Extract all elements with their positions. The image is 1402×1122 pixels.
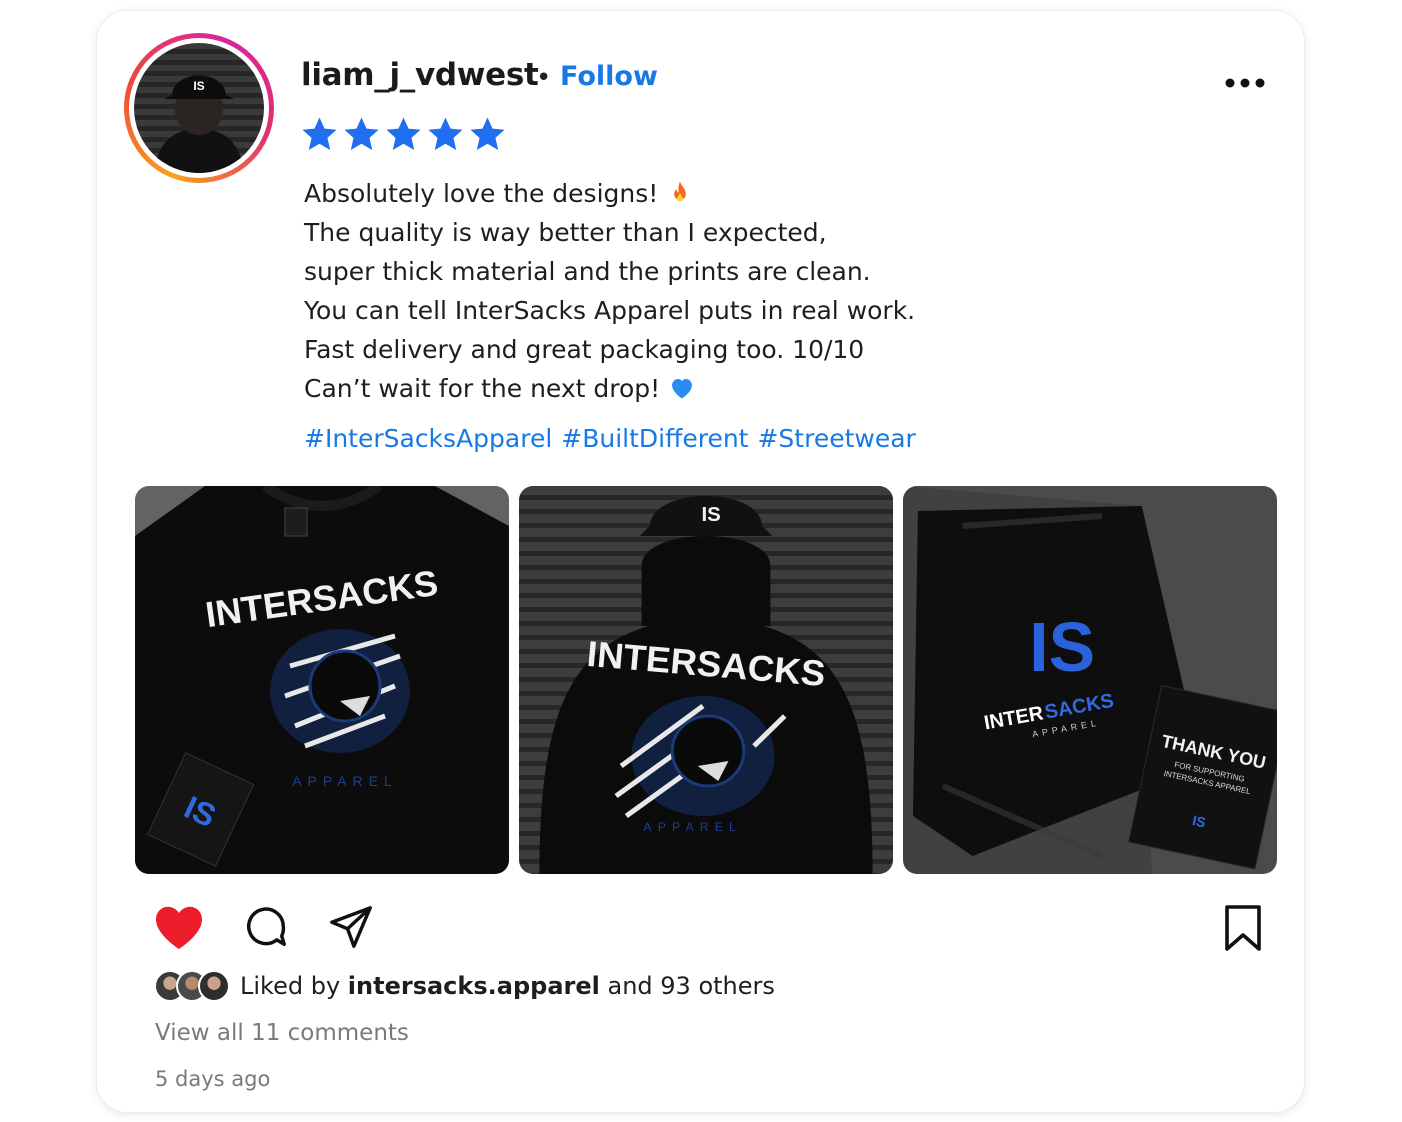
liker-username[interactable]: intersacks.apparel — [348, 972, 600, 1000]
hashtags: #InterSacksApparel #BuiltDifferent #Stre… — [304, 424, 916, 453]
fire-icon — [674, 181, 687, 202]
view-comments-link[interactable]: View all 11 comments — [155, 1020, 409, 1046]
liker-avatar — [198, 970, 230, 1002]
review-line: super thick material and the prints are … — [304, 257, 871, 286]
bag-logo: IS — [1029, 608, 1095, 686]
tshirt-photo[interactable]: INTERSACKS APPAREL IS — [135, 486, 509, 874]
review-line: Absolutely love the designs! — [304, 174, 915, 213]
blue-heart-icon — [672, 379, 693, 399]
tshirt-print-sub: APPAREL — [292, 773, 398, 789]
star-icon — [470, 117, 505, 150]
send-icon[interactable] — [328, 904, 374, 950]
likes-summary: Liked by intersacks.apparel and 93 other… — [154, 970, 775, 1002]
star-icon — [428, 117, 463, 150]
likes-text: Liked by intersacks.apparel and 93 other… — [240, 972, 775, 1000]
separator-dot: • — [536, 63, 552, 93]
packaging-photo[interactable]: IS INTER SACKS APPAREL THANK YOU FOR SUP… — [903, 486, 1277, 874]
review-line: The quality is way better than I expecte… — [304, 218, 827, 247]
avatar-photo: IS — [134, 43, 264, 173]
post-timestamp: 5 days ago — [155, 1067, 271, 1091]
hoodie-print-sub: APPAREL — [643, 820, 742, 834]
follow-button[interactable]: Follow — [560, 61, 658, 92]
username[interactable]: liam_j_vdwest — [301, 57, 539, 93]
hoodie-photo[interactable]: IS INTERSACKS APPAREL — [519, 486, 893, 874]
review-line: You can tell InterSacks Apparel puts in … — [304, 296, 916, 325]
svg-text:IS: IS — [193, 79, 204, 93]
liker-avatars[interactable] — [154, 970, 230, 1002]
review-text: Absolutely love the designs! The quality… — [304, 174, 915, 408]
comment-icon[interactable] — [243, 904, 289, 950]
hashtag-link[interactable]: #Streetwear — [757, 424, 915, 453]
avatar[interactable]: IS — [124, 33, 274, 183]
hashtag-link[interactable]: #BuiltDifferent — [561, 424, 748, 453]
image-gallery: INTERSACKS APPAREL IS IS INTERSACKS APPA… — [135, 486, 1277, 874]
review-line: Fast delivery and great packaging too. 1… — [304, 335, 865, 364]
hashtag-link[interactable]: #InterSacksApparel — [304, 424, 552, 453]
post-card: IS liam_j_vdwest • Follow Absolutely lov… — [97, 11, 1304, 1112]
star-icon — [344, 117, 379, 150]
star-icon — [302, 117, 337, 150]
more-options-icon[interactable] — [1224, 73, 1266, 93]
bookmark-icon[interactable] — [1223, 904, 1263, 952]
review-line: Can’t wait for the next drop! — [304, 369, 915, 408]
star-icon — [386, 117, 421, 150]
rating-stars — [300, 115, 507, 154]
heart-icon[interactable] — [153, 904, 205, 950]
cap-logo: IS — [701, 504, 720, 526]
